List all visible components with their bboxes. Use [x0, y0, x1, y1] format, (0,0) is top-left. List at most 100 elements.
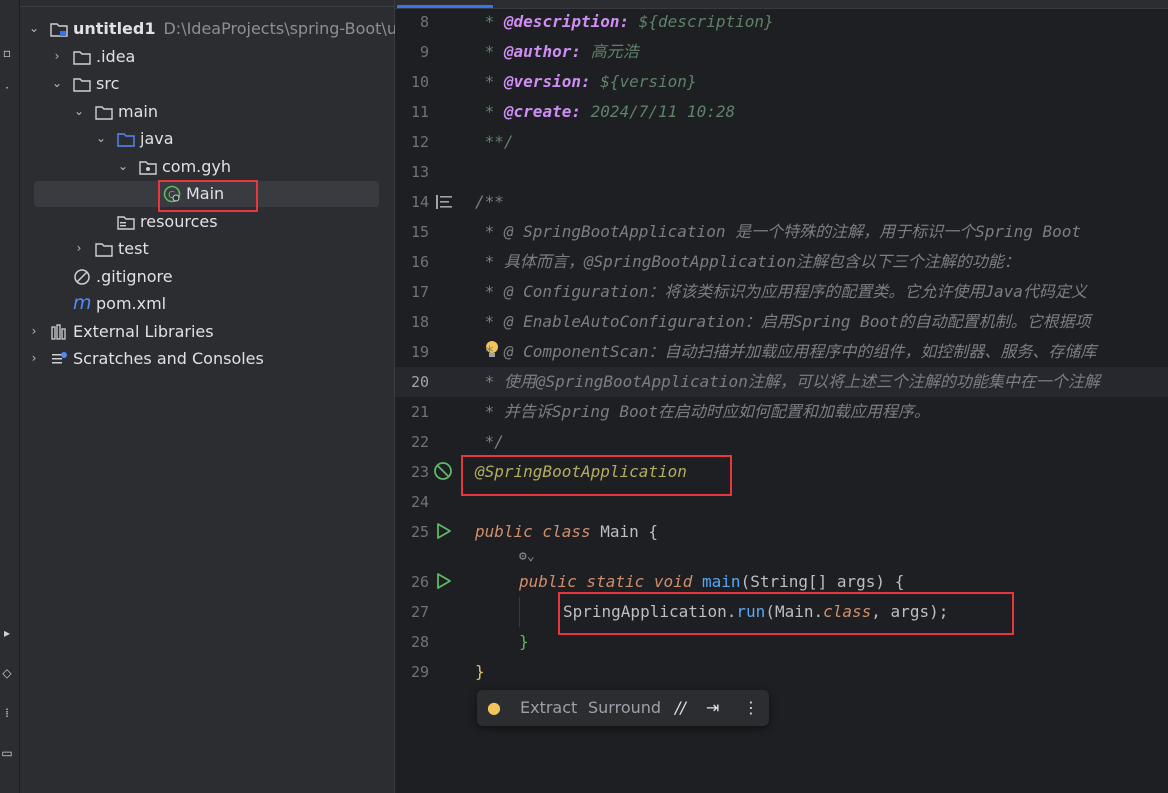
- run-main-icon[interactable]: [435, 572, 453, 590]
- tree-row-untitled1[interactable]: ⌄ untitled1 D:\IdeaProjects\spring-Boot\u…: [20, 15, 407, 42]
- line-number: 11: [410, 103, 429, 121]
- doc-value: ${description}: [629, 12, 774, 31]
- code-line-15: * @ SpringBootApplication 是一个特殊的注解，用于标识一…: [475, 222, 1082, 241]
- doc-value: ${version}: [590, 72, 697, 91]
- chevron-right-icon[interactable]: ›: [27, 345, 41, 372]
- spring-bean-icon[interactable]: [433, 461, 453, 481]
- surround-button[interactable]: Surround: [588, 690, 661, 726]
- tree-row-src[interactable]: ⌄ src: [20, 70, 394, 97]
- line-number: 15: [410, 223, 429, 241]
- line-number: 29: [410, 663, 429, 681]
- tree-label: resources: [140, 212, 218, 231]
- chevron-down-icon[interactable]: ⌄: [27, 15, 41, 42]
- ignore-file-icon: [74, 269, 90, 285]
- line-number: 9: [419, 43, 429, 61]
- tree-row-test[interactable]: › test: [20, 235, 394, 262]
- code-line-11: * @create: 2024/7/11 10:28: [475, 102, 736, 121]
- scratches-icon: [52, 352, 67, 364]
- bookmarks-icon[interactable]: ·: [0, 80, 14, 96]
- render-doc-icon[interactable]: [435, 194, 453, 210]
- code-line-19: * @ ComponentScan：自动扫描并加载应用程序中的组件，如控制器、服…: [475, 342, 1097, 361]
- extract-button[interactable]: Extract: [520, 690, 577, 726]
- brace: {: [638, 522, 659, 541]
- code-line-8: * @description: ${description}: [475, 12, 774, 31]
- git-icon[interactable]: ⁞: [0, 705, 14, 721]
- resources-folder-icon: [117, 216, 135, 230]
- line-number: 22: [410, 433, 429, 451]
- comment-icon[interactable]: //: [675, 690, 686, 726]
- code-line-28: }: [519, 632, 529, 651]
- code-line-14: /**: [475, 192, 504, 211]
- doc-value: 2024/7/11 10:28: [580, 102, 736, 121]
- package-icon: [139, 161, 157, 175]
- line-number: 24: [410, 493, 429, 511]
- tree-row-resources[interactable]: resources: [20, 208, 394, 235]
- tree-row-pom-xml[interactable]: m pom.xml: [20, 290, 394, 317]
- tree-row-java[interactable]: ⌄ java: [20, 125, 394, 152]
- line-number: 8: [419, 13, 429, 31]
- terminal-icon[interactable]: ▭: [0, 745, 14, 761]
- lightbulb-icon[interactable]: ●: [487, 690, 501, 726]
- chevron-down-icon[interactable]: ⌄: [116, 153, 130, 180]
- doc-tag: @author:: [503, 42, 581, 61]
- tree-label: .gitignore: [96, 267, 173, 286]
- line-number: 21: [410, 403, 429, 421]
- more-options-icon[interactable]: ⋮: [743, 690, 759, 726]
- line-number: 10: [410, 73, 429, 91]
- chevron-right-icon[interactable]: ›: [27, 318, 41, 345]
- tree-label: .idea: [96, 47, 136, 66]
- line-number: 13: [410, 163, 429, 181]
- code-line-29: }: [475, 662, 485, 681]
- line-number: 16: [410, 253, 429, 271]
- code-line-17: * @ Configuration：将该类标识为应用程序的配置类。它允许使用Ja…: [475, 282, 1087, 301]
- tree-label: main: [118, 102, 158, 121]
- doc-tag: @create:: [503, 102, 581, 121]
- folder-icon: [73, 51, 91, 65]
- reformat-icon[interactable]: ⇥: [706, 690, 719, 726]
- folder-icon: [95, 106, 113, 120]
- chevron-down-icon[interactable]: ⌄: [50, 70, 64, 97]
- services-icon[interactable]: ◇: [0, 665, 14, 681]
- chevron-down-icon[interactable]: ⌄: [94, 125, 108, 152]
- chevron-right-icon[interactable]: ›: [50, 43, 64, 70]
- code-line-9: * @author: 高元浩: [475, 42, 639, 61]
- keyword: public class: [475, 522, 591, 541]
- line-number: 27: [410, 603, 429, 621]
- chevron-right-icon[interactable]: ›: [72, 235, 86, 262]
- code-line-25: public class Main {: [475, 517, 658, 547]
- tree-row-scratches[interactable]: › Scratches and Consoles: [20, 345, 394, 372]
- doc-tag: @version:: [503, 72, 591, 91]
- project-panel-header: [20, 0, 394, 7]
- annotation-box-springapplication-run: [558, 592, 1014, 635]
- line-number: 19: [410, 343, 429, 361]
- source-folder-icon: [117, 133, 135, 147]
- tree-label: External Libraries: [73, 322, 214, 341]
- tree-row-external-libraries[interactable]: › External Libraries: [20, 318, 394, 345]
- tree-row-gitignore[interactable]: .gitignore: [20, 263, 394, 290]
- code-line-12: **/: [475, 132, 514, 151]
- tree-label: src: [96, 74, 120, 93]
- code-line-10: * @version: ${version}: [475, 72, 697, 91]
- code-editor[interactable]: 8 9 10 11 12 13 14 15 16 17 18 19 20 21 …: [395, 0, 1168, 793]
- code-line-18: * @ EnableAutoConfiguration：启用Spring Boo…: [475, 312, 1091, 331]
- run-class-icon[interactable]: [435, 522, 453, 540]
- maven-icon: m: [73, 292, 92, 314]
- tree-row-main[interactable]: ⌄ main: [20, 98, 394, 125]
- annotation-box-main: [158, 180, 258, 212]
- line-number-current: 20: [410, 373, 429, 391]
- annotation-box-springbootapplication: [461, 455, 732, 496]
- tree-row-idea[interactable]: › .idea: [20, 43, 394, 70]
- method-params: (String[] args) {: [740, 572, 905, 591]
- class-name: Main: [590, 522, 639, 541]
- structure-icon[interactable]: ▫: [0, 45, 14, 61]
- run-icon[interactable]: ▸: [0, 625, 14, 641]
- tree-row-com-gyh[interactable]: ⌄ com.gyh: [20, 153, 394, 180]
- folder-icon: [73, 78, 91, 92]
- tree-label: com.gyh: [162, 157, 232, 176]
- line-number: 14: [410, 193, 429, 211]
- line-number: 17: [410, 283, 429, 301]
- project-panel: ⌄ untitled1 D:\IdeaProjects\spring-Boot\u…: [20, 0, 407, 793]
- line-number: 23: [410, 463, 429, 481]
- chevron-down-icon[interactable]: ⌄: [72, 98, 86, 125]
- floating-toolbar: ● Extract Surround // ⇥ ⋮: [477, 690, 769, 726]
